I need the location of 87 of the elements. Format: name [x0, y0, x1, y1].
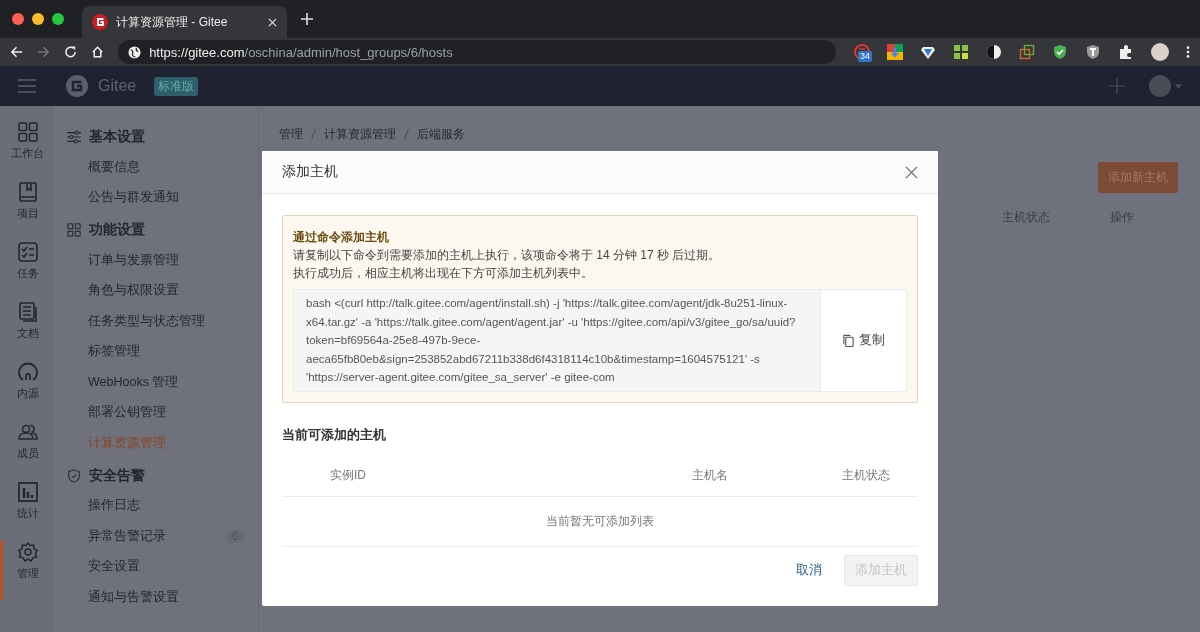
contrast-icon[interactable]	[986, 44, 1002, 60]
column-header: 主机名	[692, 467, 729, 484]
document-icon	[17, 302, 38, 322]
sidebar-item[interactable]: 任务类型与状态管理	[88, 312, 244, 330]
grid-icon	[67, 223, 81, 237]
profile-avatar[interactable]	[1151, 43, 1169, 61]
notice-text: 执行成功后，相应主机将出现在下方可添加主机列表中。	[293, 265, 594, 282]
breadcrumb-item[interactable]: 管理	[279, 125, 303, 143]
sidebar-item[interactable]: 概要信息	[88, 158, 244, 176]
cancel-button[interactable]: 取消	[784, 555, 834, 586]
rail-label: 内源	[16, 386, 39, 401]
shield-t-icon[interactable]	[1085, 44, 1101, 60]
maximize-window-button[interactable]	[52, 13, 64, 25]
sidebar-item[interactable]: 订单与发票管理	[88, 251, 244, 269]
rail-item[interactable]: 任务	[0, 240, 52, 300]
sidebar-item[interactable]: 部署公钥管理	[88, 404, 244, 422]
checklist-icon	[17, 242, 38, 262]
close-window-button[interactable]	[12, 13, 24, 25]
browser-tab[interactable]: 计算资源管理 - Gitee	[82, 6, 287, 38]
rail-item[interactable]: 管理	[0, 540, 52, 600]
sidebar-section-title: 功能设置	[89, 221, 145, 239]
sidebar-item[interactable]: 公告与群发通知	[88, 189, 244, 207]
extension-badge: 34	[858, 51, 873, 62]
rail-item[interactable]: 统计	[0, 480, 52, 540]
rail-label: 任务	[16, 266, 39, 281]
rail-item[interactable]: 内源	[0, 360, 52, 420]
sliders-icon	[67, 130, 81, 144]
qr-code-icon[interactable]	[953, 44, 969, 60]
rail-item[interactable]: 文档	[0, 300, 52, 360]
brand-name: Gitee	[98, 77, 137, 95]
rail-label: 管理	[16, 566, 39, 581]
breadcrumb-item[interactable]: 计算资源管理	[324, 125, 396, 143]
command-text: bash <(curl http://talk.gitee.com/agent/install.sh) -j 'https://talk.gitee.com/agent/jdk-8u251-linux-x64.tar.gz' -a 'https://talk.gitee.com/agent/agent.jar' -u 'https://gitee.com/api/v3/gitee_go/sa/uuid?token=bf69564a-25e8-497b-9ece-aeca65fb80eb&sign=253852abd67211b338d6f4318114c10b&timestamp=1604575121' -s 'https://server-agent.gitee.com/gitee_sa_server' -e gitee-com	[305, 296, 797, 385]
rail-label: 统计	[16, 506, 39, 521]
logo-icon	[92, 14, 108, 30]
arch-icon	[17, 362, 38, 382]
new-tab-icon[interactable]	[301, 13, 313, 25]
sidebar-section-title: 安全告警	[89, 466, 145, 485]
sidebar-item[interactable]: 通知与告警设置	[88, 588, 244, 606]
rail-label: 项目	[16, 206, 39, 221]
minimize-window-button[interactable]	[32, 13, 44, 25]
close-icon[interactable]	[905, 165, 918, 179]
squares-icon[interactable]	[1019, 44, 1035, 60]
logo-icon	[66, 75, 88, 97]
copy-icon	[842, 333, 855, 347]
back-icon[interactable]	[10, 45, 24, 59]
slash-icon	[404, 129, 409, 139]
tab-title: 计算资源管理 - Gitee	[116, 13, 229, 31]
rail-label: 工作台	[11, 146, 44, 161]
diamond-icon[interactable]	[920, 44, 936, 60]
people-icon	[17, 422, 38, 442]
dialog-title: 添加主机	[282, 163, 339, 181]
column-header: 实例ID	[329, 467, 367, 484]
rail-label: 文档	[16, 326, 39, 341]
bar-chart-icon	[17, 482, 38, 502]
shield-check-icon	[67, 468, 81, 483]
empty-message: 当前暂无可添加列表	[546, 512, 654, 530]
notice-title: 通过命令添加主机	[293, 229, 390, 246]
address-bar[interactable]: https://gitee.com/oschina/admin/host_groups/6/hosts	[118, 40, 836, 64]
notice-text: 请复制以下命令到需要添加的主机上执行，该项命令将于 14 分钟 17 秒 后过期。	[293, 247, 722, 264]
rail-item[interactable]: 工作台	[0, 120, 52, 180]
rail-item[interactable]: 项目	[0, 180, 52, 240]
section-title: 当前可添加的主机	[282, 425, 387, 444]
globe-icon	[128, 45, 142, 59]
sidebar-item[interactable]: WebHooks 管理	[88, 373, 244, 391]
shield-check-icon[interactable]	[1052, 44, 1068, 60]
sidebar-section-title: 基本设置	[89, 128, 145, 146]
rail-label: 成员	[16, 446, 39, 461]
copy-button[interactable]: 复制	[820, 290, 906, 391]
breadcrumb-item[interactable]: 后端服务	[417, 125, 465, 143]
reload-icon[interactable]	[64, 45, 78, 59]
sidebar-item[interactable]: 安全设置	[88, 558, 244, 576]
sidebar-item[interactable]: 标签管理	[88, 343, 244, 361]
more-icon[interactable]	[1186, 45, 1190, 59]
slash-icon	[311, 129, 316, 139]
sidebar-item[interactable]: 异常告警记录	[88, 527, 227, 545]
edition-badge: 标准版	[154, 76, 199, 96]
rail-item[interactable]: 成员	[0, 420, 52, 480]
settings-icon	[17, 542, 38, 562]
grid-icon	[17, 122, 38, 142]
sidebar-item[interactable]: 操作日志	[88, 497, 244, 515]
home-icon[interactable]	[91, 45, 105, 59]
sidebar-item[interactable]: 角色与权限设置	[88, 282, 244, 300]
column-header: 主机状态	[842, 467, 890, 484]
forward-icon[interactable]	[37, 45, 51, 59]
book-icon	[17, 182, 38, 202]
puzzle-icon[interactable]	[1118, 44, 1134, 60]
